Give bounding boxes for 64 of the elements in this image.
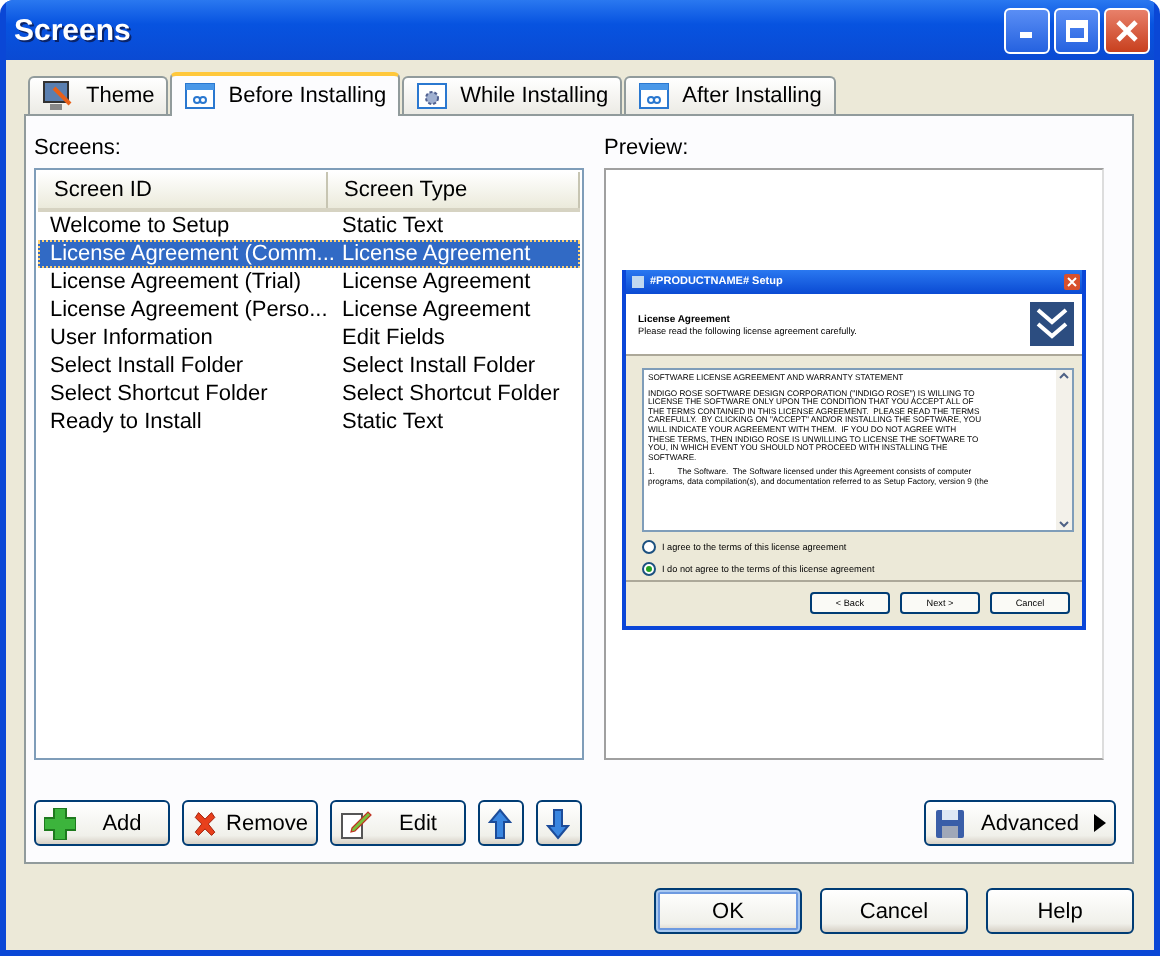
scroll-up-icon[interactable] [1058,370,1070,382]
screen-id-cell-text: Select Install Folder [48,354,246,378]
screen-type-cell-text: License Agreement [340,298,533,322]
list-row[interactable]: License Agreement (Perso... License Agreement [38,296,580,324]
window-title: Screens [14,13,133,47]
radio-button[interactable] [642,540,656,554]
remove-button[interactable]: Remove [182,800,318,846]
chevron-logo-icon [1030,302,1074,346]
plus-icon [44,807,76,839]
edit-button[interactable]: Edit [330,800,466,846]
preview-label: Preview: [604,136,691,160]
screen-id-cell-text: License Agreement (Comm... [48,242,330,266]
tab[interactable]: After Installing [624,76,836,114]
down-button[interactable] [536,800,582,846]
column-header[interactable]: Screen ID [38,172,328,208]
gear-window-icon [416,80,449,112]
screen-id-cell-text: License Agreement (Perso... [48,298,330,322]
list-row[interactable]: Select Install Folder Select Install Folder [38,352,580,380]
maximize-icon [1066,19,1088,41]
screen-type-cell-text: Select Shortcut Folder [340,382,562,406]
screen-id-cell-text: Ready to Install [48,410,204,434]
x-icon [192,807,219,839]
radio-button[interactable] [642,562,656,576]
list-row[interactable]: License Agreement (Trial) License Agreement [38,268,580,296]
screens-label: Screens: [34,136,123,160]
setup-icon [632,276,644,288]
screen-id-cell-text: User Information [48,326,215,350]
screen-id-cell-text: Select Shortcut Folder [48,382,270,406]
dialog-button[interactable]: OK [654,888,802,934]
list-row[interactable]: License Agreement (Comm... License Agreement [38,240,580,268]
tab[interactable]: Before Installing [170,72,401,116]
close-icon [1064,274,1080,290]
tab[interactable]: While Installing [402,76,623,114]
minimize-button[interactable] [1004,7,1050,53]
right-triangle-icon [1094,814,1106,832]
column-header[interactable]: Screen Type [328,172,580,208]
screen-type-cell-text: Select Install Folder [340,354,538,378]
screen-type-cell-text: License Agreement [340,270,533,294]
window-icon [638,80,671,112]
list-row[interactable]: User Information Edit Fields [38,324,580,352]
add-button[interactable]: Add [34,800,170,846]
up-button[interactable] [478,800,524,846]
screen-type-cell-text: License Agreement [340,242,533,266]
dialog-button[interactable]: Cancel [820,888,968,934]
screen-type-cell-text: Edit Fields [340,326,447,350]
tab[interactable]: Theme [28,76,169,114]
list-row[interactable]: Welcome to Setup Static Text [38,212,580,240]
screen-type-cell-text: Static Text [340,214,446,238]
list-row[interactable]: Select Shortcut Folder Select Shortcut Folder [38,380,580,408]
close-icon [1116,19,1138,41]
advanced-button[interactable]: Advanced [924,800,1116,846]
maximize-button[interactable] [1054,7,1100,53]
window-icon [184,80,217,112]
monitor-icon [42,80,74,112]
close-button[interactable] [1104,7,1150,53]
screen-id-cell-text: License Agreement (Trial) [48,270,304,294]
screen-id-cell-text: Welcome to Setup [48,214,232,238]
list-row[interactable]: Ready to Install Static Text [38,408,580,436]
edit-document-icon [340,807,372,839]
dialog-button[interactable]: Help [986,888,1134,934]
down-arrow-icon [546,807,570,839]
screen-type-cell-text: Static Text [340,410,446,434]
scroll-down-icon[interactable] [1058,518,1070,530]
up-arrow-icon [488,807,512,839]
